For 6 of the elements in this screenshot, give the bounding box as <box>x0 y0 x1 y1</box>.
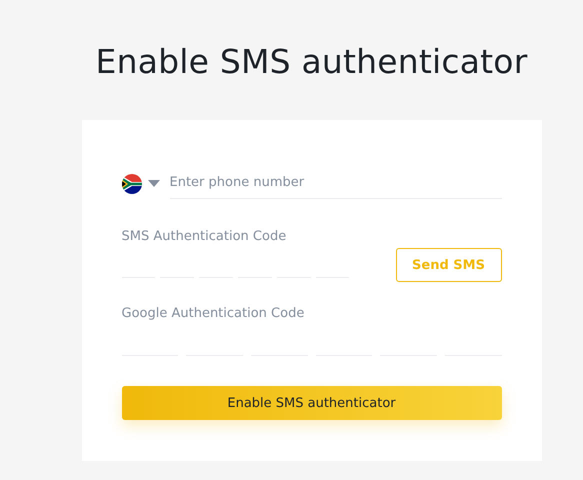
flag-icon[interactable] <box>122 174 142 194</box>
field-label: Google Authentication Code <box>122 306 304 321</box>
enable-button[interactable]: Enable SMS authenticator <box>122 386 502 420</box>
field-label: SMS Authentication Code <box>122 229 286 244</box>
page-title: Enable SMS authenticator <box>96 41 528 83</box>
caret-icon[interactable] <box>148 180 160 187</box>
